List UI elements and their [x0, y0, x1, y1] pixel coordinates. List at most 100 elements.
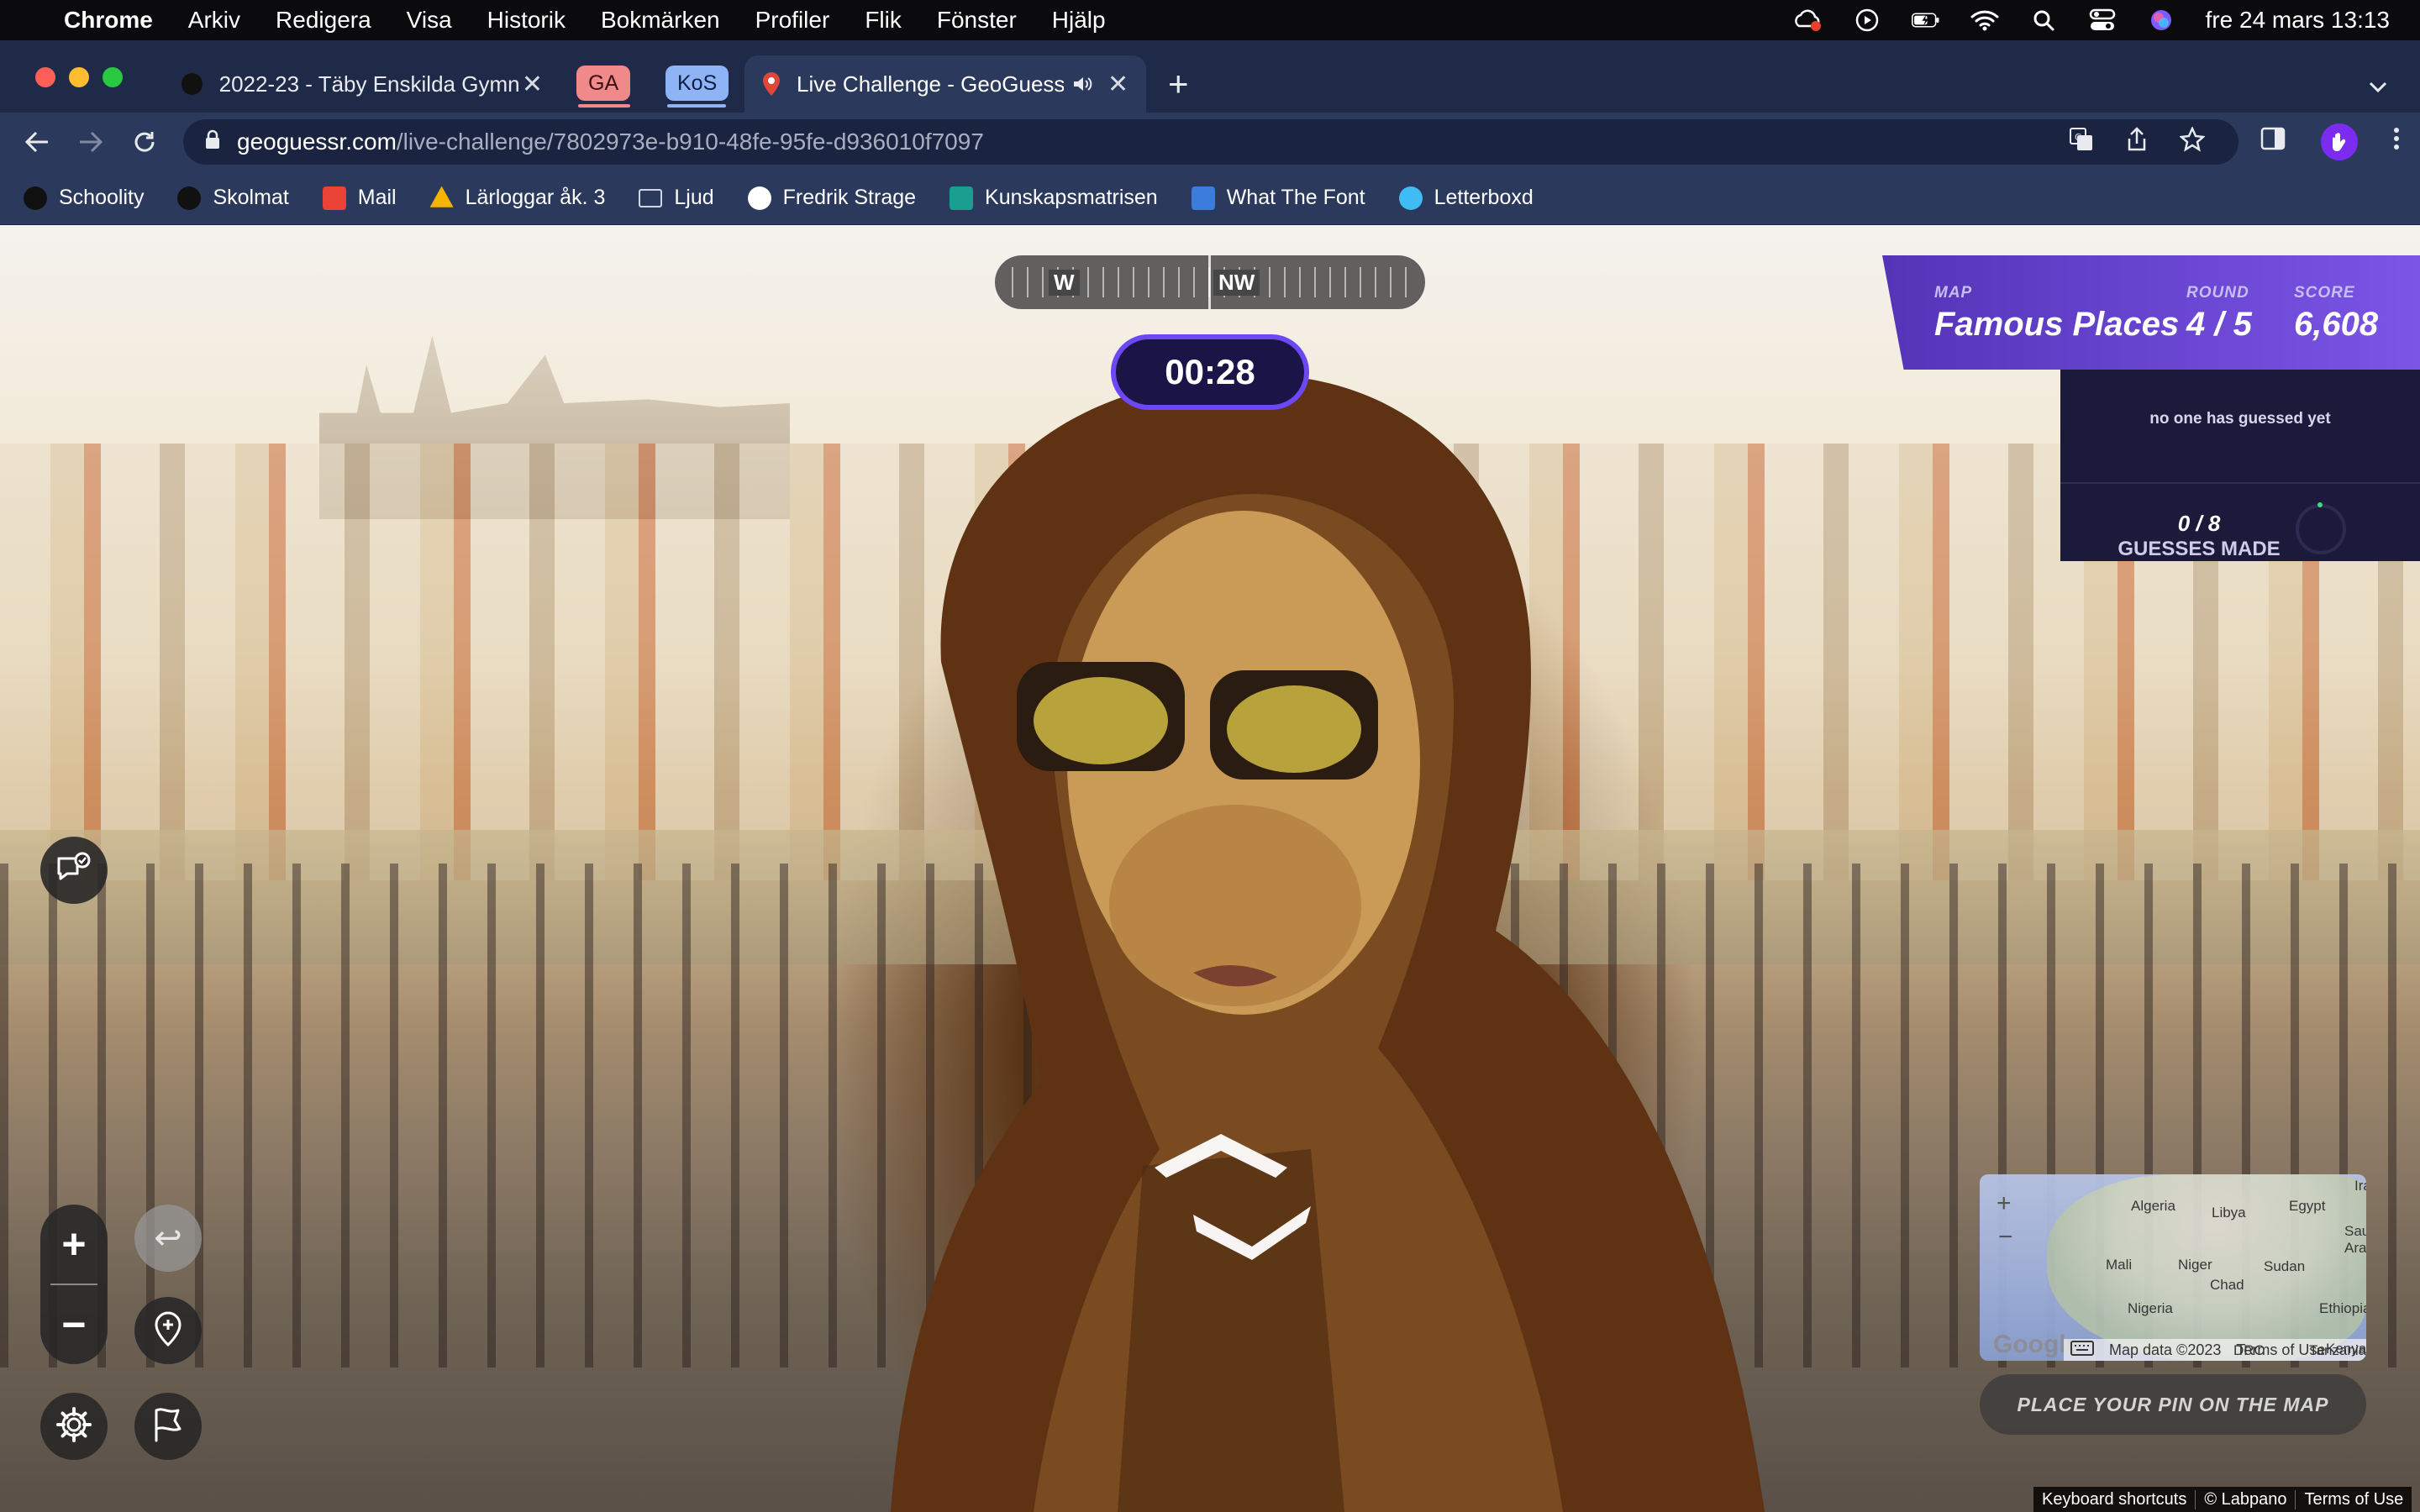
url-path: /live-challenge/7802973e-b910-48fe-95fe-… [396, 129, 984, 155]
bookmark-fredrik-strage[interactable]: Fredrik Strage [747, 186, 916, 210]
close-window-button[interactable] [35, 67, 55, 87]
menu-historik[interactable]: Historik [487, 7, 566, 34]
minimap-country-label: DRC [2233, 1342, 2265, 1358]
creative-cloud-icon[interactable] [1794, 8, 1823, 33]
bookmark-skolmat[interactable]: Skolmat [177, 186, 289, 210]
menu-bokmarken[interactable]: Bokmärken [601, 7, 720, 34]
attribution-terms-link[interactable]: Terms of Use [2295, 1489, 2412, 1509]
play-icon[interactable] [1853, 8, 1881, 33]
status-round-value: 4 / 5 [2186, 306, 2252, 343]
keyboard-shortcuts-link[interactable]: Keyboard shortcuts [2033, 1490, 2195, 1509]
tab-close-icon[interactable]: ✕ [1107, 70, 1128, 99]
chrome-toolbar: geoguessr.com/live-challenge/7802973e-b9… [0, 113, 2420, 171]
place-pin-button[interactable]: PLACE YOUR PIN ON THE MAP [1980, 1374, 2366, 1435]
kunskapsmatrisen-icon [950, 186, 974, 210]
menu-visa[interactable]: Visa [407, 7, 452, 34]
share-icon[interactable] [2126, 126, 2148, 158]
bookmark-what-the-font[interactable]: What The Font [1191, 186, 1365, 210]
report-flag-button[interactable] [134, 1393, 202, 1460]
guess-minimap[interactable]: + − Google Map data ©2023 Terms of Use A… [1980, 1174, 2366, 1361]
chrome-tab-strip: 2022-23 - Täby Enskilda Gymn ✕ GA KoS Li… [0, 40, 2420, 113]
menu-fonster[interactable]: Fönster [937, 7, 1017, 34]
battery-icon[interactable] [1911, 8, 1940, 33]
menu-redigera[interactable]: Redigera [276, 7, 371, 34]
minimap-country-label: Iraq [2354, 1178, 2366, 1194]
minimap-zoom-out-button[interactable]: − [1998, 1223, 2013, 1252]
bookmark-ljud[interactable]: Ljud [639, 186, 714, 210]
settings-button[interactable] [40, 1393, 108, 1460]
gear-icon [55, 1405, 93, 1448]
menubar-status-area: fre 24 mars 13:13 [1794, 7, 2390, 34]
tab-group-kos-underline [667, 104, 726, 108]
bookmark-letterboxd[interactable]: Letterboxd [1398, 186, 1534, 210]
new-tab-button[interactable]: + [1168, 64, 1189, 104]
bookmark-l-rloggar-k-3[interactable]: Lärloggar åk. 3 [429, 186, 606, 210]
guesses-divider [2060, 482, 2420, 484]
tab-taby-enskilda[interactable]: 2022-23 - Täby Enskilda Gymn ✕ [165, 55, 560, 113]
undo-move-button[interactable]: ↩ [134, 1205, 202, 1272]
zoom-out-button[interactable]: − [40, 1285, 108, 1364]
chat-button[interactable] [40, 837, 108, 904]
zoom-in-button[interactable]: + [40, 1205, 108, 1284]
chrome-menu-icon[interactable] [2393, 126, 2400, 158]
move-forward-arrow[interactable] [1150, 1127, 1292, 1186]
status-score-label: SCORE [2294, 284, 2355, 302]
lock-icon[interactable] [205, 129, 220, 155]
guesses-message: no one has guessed yet [2149, 410, 2331, 428]
maximize-window-button[interactable] [103, 67, 123, 87]
minimap-country-label: Egypt [2289, 1198, 2326, 1214]
bookmark-label: Lärloggar åk. 3 [465, 186, 606, 209]
toolbar-right-actions [2260, 113, 2400, 171]
bookmark-star-icon[interactable] [2179, 125, 2206, 158]
spotlight-search-icon[interactable] [2029, 8, 2058, 33]
street-view-panorama[interactable]: W NW 00:28 MAP Famous Places ROUND 4 / 5… [0, 225, 2420, 1512]
status-map: MAP Famous Places [1934, 284, 2179, 344]
menu-profiler[interactable]: Profiler [755, 7, 830, 34]
compass: W NW [995, 255, 1425, 309]
bookmark-label: Ljud [674, 186, 714, 209]
bookmark-kunskapsmatrisen[interactable]: Kunskapsmatrisen [950, 186, 1158, 210]
control-center-icon[interactable] [2088, 8, 2117, 33]
wifi-icon[interactable] [1970, 8, 1999, 33]
bookmark-mail[interactable]: Mail [322, 186, 397, 210]
game-status-panel: MAP Famous Places ROUND 4 / 5 SCORE 6,60… [1882, 255, 2420, 370]
keyboard-icon[interactable] [2070, 1340, 2094, 1360]
tab-group-kos[interactable]: KoS [666, 66, 729, 101]
tab-group-ga-underline [578, 104, 630, 108]
back-arrow-icon[interactable] [15, 120, 59, 164]
chat-icon [55, 852, 92, 890]
translate-icon[interactable]: G [2069, 127, 2094, 158]
guesses-panel: no one has guessed yet 0 / 8 GUESSES MAD… [2060, 370, 2420, 561]
return-to-start-button[interactable] [134, 1297, 202, 1364]
skolmat-icon [177, 186, 202, 210]
bookmark-label: Mail [357, 186, 397, 209]
panorama-attribution: Keyboard shortcuts © Labpano Terms of Us… [2033, 1487, 2412, 1512]
forward-arrow-icon[interactable] [69, 120, 113, 164]
tab-audio-icon[interactable] [1072, 75, 1092, 93]
profile-avatar[interactable] [2321, 123, 2358, 160]
compass-label-nw: NW [1213, 269, 1260, 296]
address-bar[interactable]: geoguessr.com/live-challenge/7802973e-b9… [183, 119, 2238, 165]
tab-close-icon[interactable]: ✕ [522, 70, 543, 99]
menu-hjalp[interactable]: Hjälp [1052, 7, 1106, 34]
siri-icon[interactable] [2147, 8, 2175, 33]
menu-arkiv[interactable]: Arkiv [188, 7, 240, 34]
menu-flik[interactable]: Flik [865, 7, 902, 34]
compass-label-w: W [1049, 269, 1080, 296]
bookmark-schoolity[interactable]: Schoolity [24, 186, 144, 210]
tab-search-chevron-icon[interactable] [2368, 74, 2388, 100]
reload-icon[interactable] [123, 120, 166, 164]
minimize-window-button[interactable] [69, 67, 89, 87]
tab-live-challenge[interactable]: Live Challenge - GeoGuess ✕ [744, 55, 1146, 113]
whatthefont-icon [1191, 186, 1215, 210]
minimap-zoom-in-button[interactable]: + [1996, 1189, 2012, 1218]
move-backward-arrow[interactable] [1190, 1198, 1316, 1265]
minimap-country-label: Ethiopia [2319, 1300, 2366, 1316]
tab-group-ga[interactable]: GA [576, 66, 631, 101]
side-panel-icon[interactable] [2260, 127, 2286, 157]
menubar-clock[interactable]: fre 24 mars 13:13 [2206, 7, 2390, 34]
bookmark-label: Letterboxd [1434, 186, 1534, 209]
status-map-label: MAP [1934, 284, 1973, 302]
geoguessr-pin-icon [761, 71, 781, 97]
menu-app-chrome[interactable]: Chrome [64, 7, 153, 34]
